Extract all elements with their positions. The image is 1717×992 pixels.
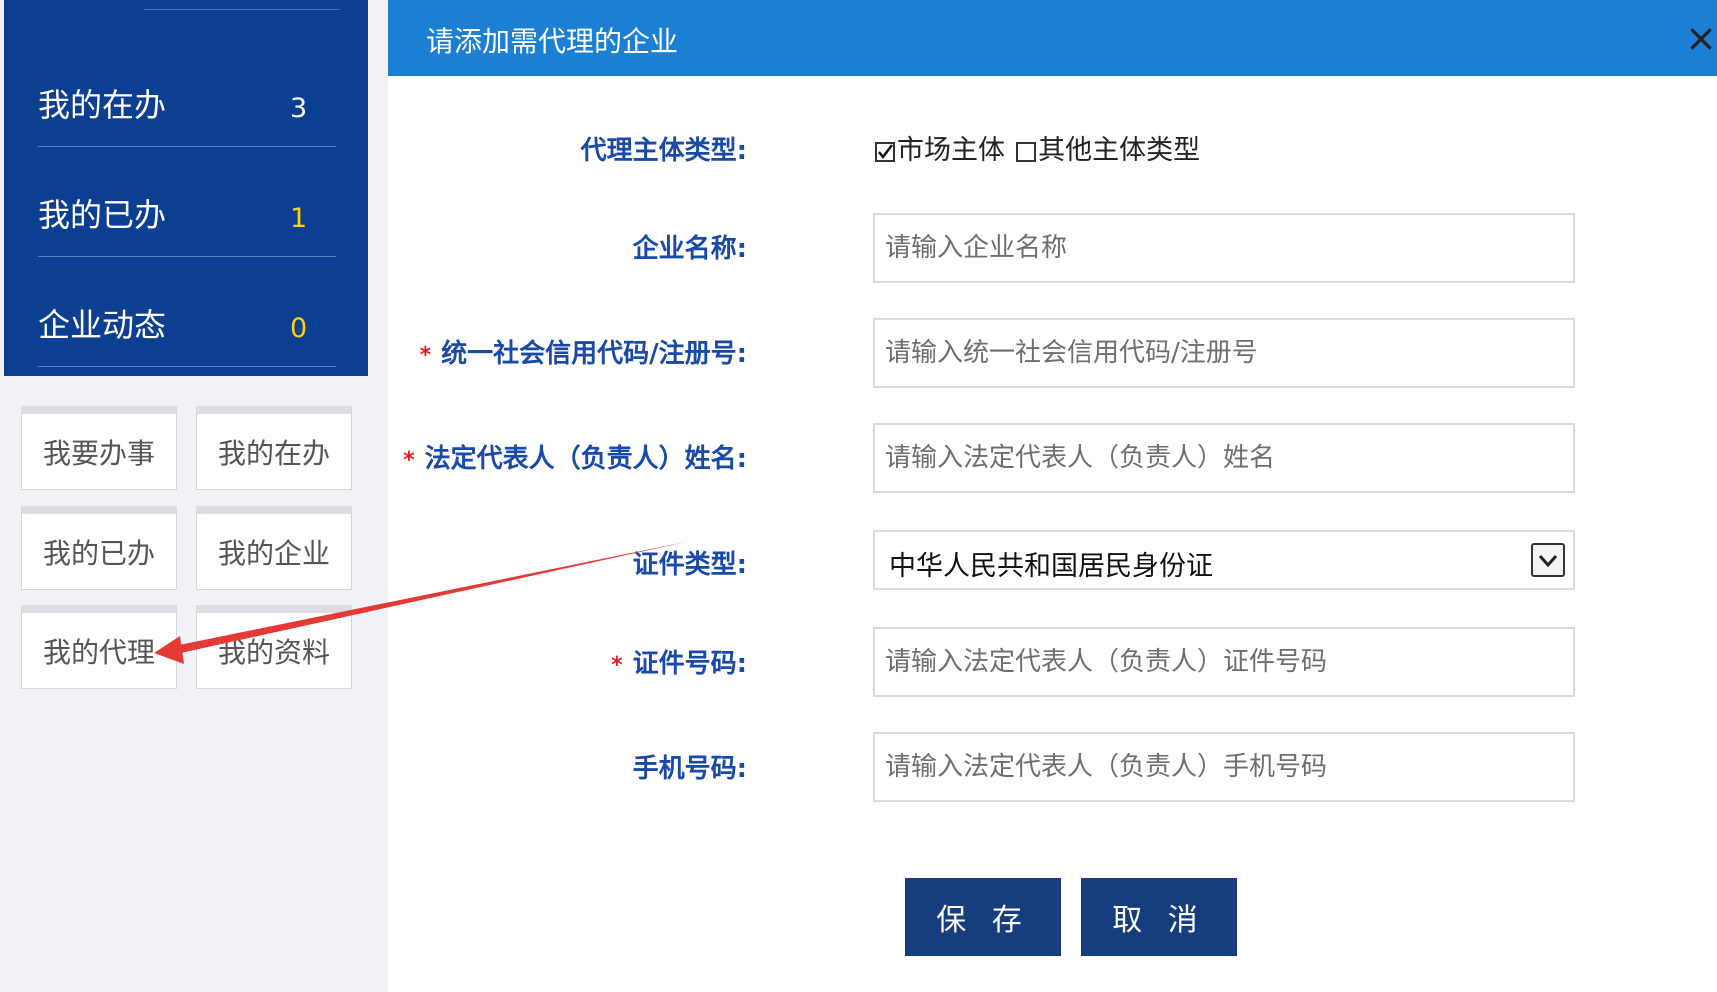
stat-count: 3 bbox=[290, 93, 308, 124]
dialog-title: 请添加需代理的企业 bbox=[426, 25, 679, 58]
required-mark: * bbox=[419, 343, 432, 368]
id-number-label: * 证件号码: bbox=[611, 643, 747, 680]
checkbox-other-entity[interactable] bbox=[1016, 142, 1037, 162]
close-icon[interactable]: × bbox=[1677, 16, 1717, 60]
credit-code-label: * 统一社会信用代码/注册号: bbox=[420, 333, 747, 370]
sidebar: 我的在办 3 我的已办 1 企业动态 0 我要办事 我的在办 我的已办 我的企业… bbox=[0, 0, 391, 992]
tile-completed[interactable]: 我的已办 bbox=[21, 506, 177, 590]
agent-type-options: 市场主体 其他主体类型 bbox=[875, 128, 1206, 167]
credit-code-input[interactable] bbox=[873, 318, 1575, 388]
phone-label: 手机号码: bbox=[633, 748, 747, 785]
phone-label-text: 手机号码: bbox=[632, 754, 747, 784]
credit-code-label-text: 统一社会信用代码/注册号: bbox=[441, 339, 747, 369]
company-name-label-text: 企业名称: bbox=[632, 234, 747, 264]
tile-my-companies[interactable]: 我的企业 bbox=[196, 506, 352, 590]
stat-label: 我的在办 bbox=[38, 86, 167, 124]
stat-completed[interactable]: 我的已办 1 bbox=[38, 146, 336, 257]
stat-count: 0 bbox=[290, 313, 308, 344]
id-number-input[interactable] bbox=[873, 627, 1575, 697]
stat-label: 企业动态 bbox=[38, 306, 167, 344]
divider bbox=[144, 9, 340, 10]
checkbox-market-entity[interactable] bbox=[875, 142, 895, 162]
agent-type-label: 代理主体类型: bbox=[581, 130, 747, 167]
id-type-label: 证件类型: bbox=[633, 544, 747, 581]
legal-rep-name-label: * 法定代表人（负责人）姓名: bbox=[403, 438, 747, 475]
chevron-down-icon[interactable] bbox=[1531, 543, 1565, 577]
stat-company-news[interactable]: 企业动态 0 bbox=[38, 256, 336, 367]
company-name-label: 企业名称: bbox=[633, 228, 747, 265]
tile-in-progress[interactable]: 我的在办 bbox=[196, 406, 352, 490]
id-type-selected-value: 中华人民共和国居民身份证 bbox=[889, 551, 1213, 582]
company-name-input[interactable] bbox=[873, 213, 1575, 283]
stat-label: 我的已办 bbox=[38, 196, 167, 234]
required-mark: * bbox=[403, 448, 415, 473]
option-other-entity-label: 其他主体类型 bbox=[1038, 135, 1201, 166]
id-type-select[interactable]: 中华人民共和国居民身份证 bbox=[873, 530, 1575, 590]
stat-count: 1 bbox=[290, 203, 308, 234]
cancel-button[interactable]: 取 消 bbox=[1081, 878, 1237, 956]
stats-panel: 我的在办 3 我的已办 1 企业动态 0 bbox=[4, 0, 368, 376]
tile-my-profile[interactable]: 我的资料 bbox=[196, 605, 352, 689]
id-number-label-text: 证件号码: bbox=[632, 649, 747, 679]
add-agency-dialog: 请添加需代理的企业 × 代理主体类型: 市场主体 其他主体类型 企业名称: * 统… bbox=[388, 0, 1717, 992]
required-mark: * bbox=[611, 653, 623, 678]
id-type-label-text: 证件类型: bbox=[632, 550, 747, 580]
tile-my-agency[interactable]: 我的代理 bbox=[21, 605, 177, 689]
agent-type-label-text: 代理主体类型: bbox=[580, 136, 747, 166]
legal-rep-name-input[interactable] bbox=[873, 423, 1575, 493]
save-button[interactable]: 保 存 bbox=[905, 878, 1061, 956]
option-market-entity-label: 市场主体 bbox=[897, 135, 1005, 166]
legal-rep-name-label-text: 法定代表人（负责人）姓名: bbox=[424, 444, 747, 474]
tile-apply[interactable]: 我要办事 bbox=[21, 406, 177, 490]
check-icon bbox=[878, 144, 893, 160]
phone-input[interactable] bbox=[873, 732, 1575, 802]
stat-in-progress[interactable]: 我的在办 3 bbox=[38, 36, 336, 147]
dialog-header: 请添加需代理的企业 × bbox=[388, 0, 1717, 76]
